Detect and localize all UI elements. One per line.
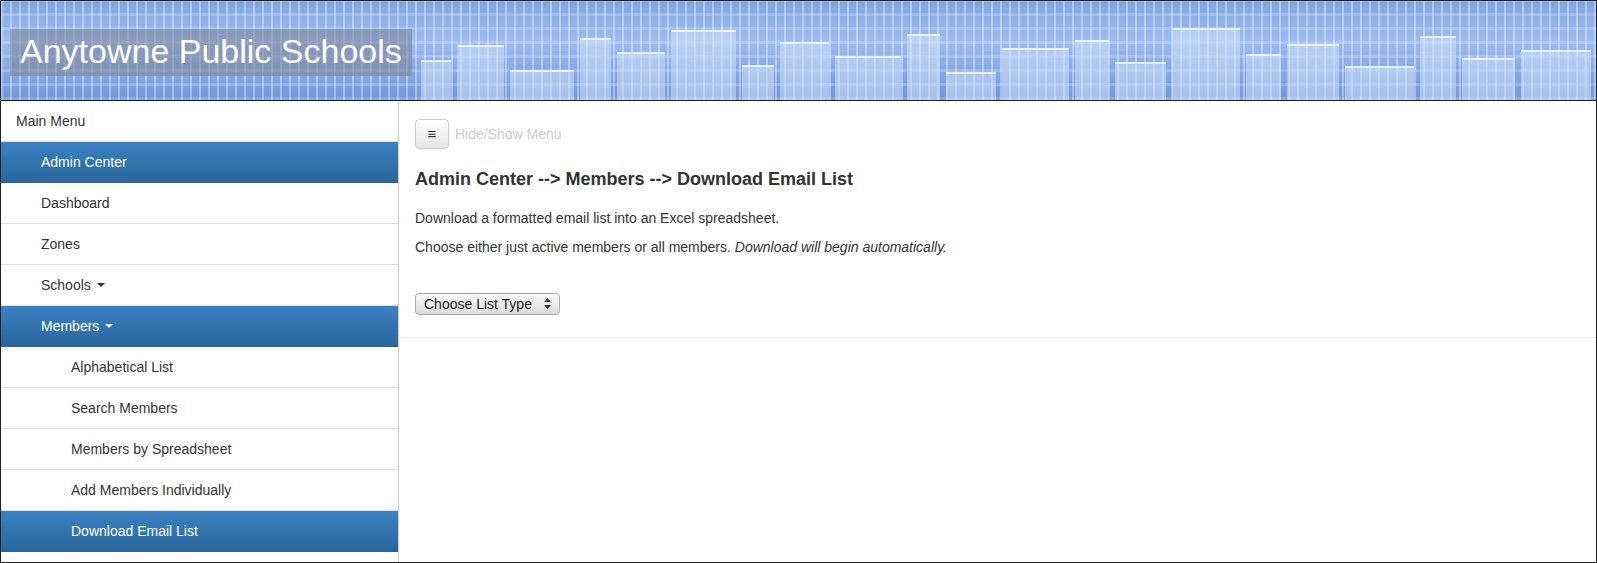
site-title: Anytowne Public Schools <box>10 29 412 76</box>
sidebar-item[interactable]: Download Email List <box>1 511 398 552</box>
sidebar-item-label: Members by Spreadsheet <box>71 439 231 459</box>
sidebar-item-label: Download Email List <box>71 521 198 541</box>
sidebar-item[interactable]: Alphabetical List <box>1 347 398 388</box>
menu-toggle-button[interactable]: ≡ <box>415 119 449 149</box>
sidebar-item-label: Schools <box>41 275 91 295</box>
caret-icon[interactable] <box>105 324 113 328</box>
sidebar-item-label: Alphabetical List <box>71 357 173 377</box>
sidebar: Main Menu Admin Center Dashboard Zones Schoo… <box>1 101 399 562</box>
choice-sentence: Choose either just active members or all… <box>415 239 731 255</box>
menu-toggle-label[interactable]: Hide/Show Menu <box>455 124 562 145</box>
list-type-value: Choose List Type <box>424 295 532 313</box>
sidebar-item[interactable]: Schools <box>1 265 398 306</box>
sidebar-item-label: Members <box>41 316 99 336</box>
sidebar-item-label: Dashboard <box>41 193 110 213</box>
download-note: Download will begin automatically. <box>735 239 947 255</box>
main-content: ≡ Hide/Show Menu Admin Center --> Members … <box>399 101 1596 562</box>
sidebar-item-label: Search Members <box>71 398 178 418</box>
sidebar-item[interactable]: Dashboard <box>1 183 398 224</box>
toolbar: ≡ Hide/Show Menu <box>415 119 1580 149</box>
intro-text: Download a formatted email list into an … <box>415 209 1580 227</box>
sidebar-item-label: Zones <box>41 234 80 254</box>
sidebar-item[interactable]: Admin Center <box>1 142 398 183</box>
sidebar-item[interactable]: Search Members <box>1 388 398 429</box>
sidebar-item[interactable]: Zones <box>1 224 398 265</box>
sidebar-item[interactable]: Add Members Individually <box>1 470 398 511</box>
updown-arrows-icon <box>544 298 551 309</box>
body-area: Main Menu Admin Center Dashboard Zones Schoo… <box>1 101 1596 562</box>
sidebar-item[interactable]: Main Menu <box>1 101 398 142</box>
page-heading: Admin Center --> Members --> Download Em… <box>415 169 1580 191</box>
sidebar-item[interactable]: Members <box>1 306 398 347</box>
sidebar-item[interactable]: Members by Spreadsheet <box>1 429 398 470</box>
header-banner: Anytowne Public Schools <box>1 1 1596 101</box>
sidebar-item-label: Add Members Individually <box>71 480 231 500</box>
sidebar-item-label: Admin Center <box>41 152 127 172</box>
caret-icon[interactable] <box>97 283 105 287</box>
choice-text: Choose either just active members or all… <box>415 238 1580 256</box>
content-panel: ≡ Hide/Show Menu Admin Center --> Members … <box>399 101 1596 338</box>
app-window: Anytowne Public Schools Main Menu Admin Ce… <box>0 0 1597 563</box>
sidebar-item-label: Main Menu <box>16 111 85 131</box>
list-type-select[interactable]: Choose List Type <box>415 293 560 315</box>
